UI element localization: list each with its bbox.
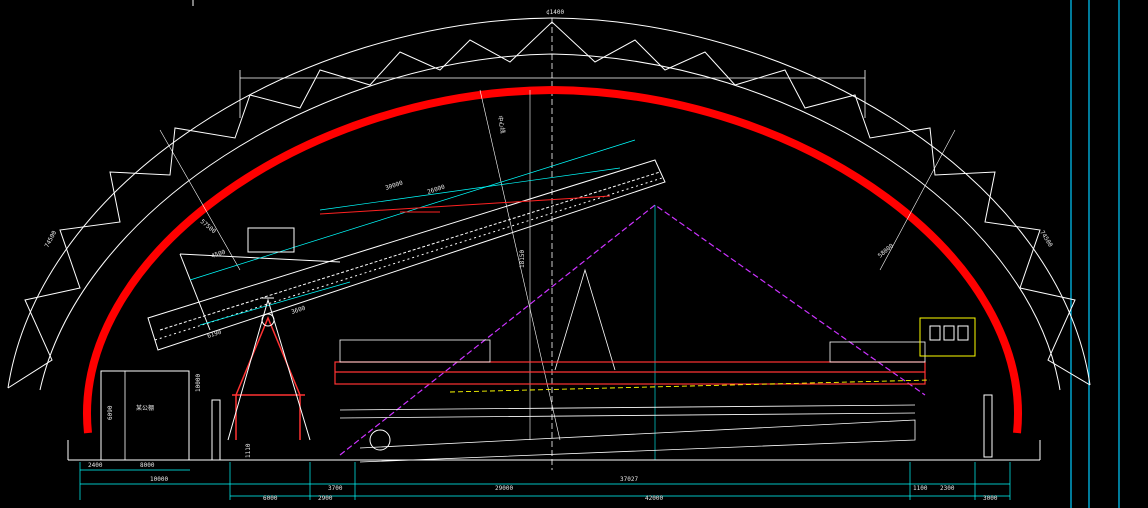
pillar-height: 10000 — [195, 374, 202, 392]
dim-r3-c: 42000 — [645, 495, 663, 502]
shed-label: 某公棚 — [136, 404, 154, 412]
dim-r3-a: 6000 — [263, 495, 278, 502]
dim-r2-c: 37027 — [620, 476, 638, 483]
dim-r1-a: 2400 — [88, 462, 103, 469]
cad-drawing-canvas: ¢1400 74500 74500 57500 58000 中心线 18150 … — [0, 0, 1148, 508]
top-span-label: ¢1400 — [546, 9, 564, 16]
dim-r2-b: 29000 — [495, 485, 513, 492]
dim-r3-b: 2900 — [318, 495, 333, 502]
dim-r1-d: 10000 — [150, 476, 168, 483]
shed-height: 6090 — [107, 405, 114, 420]
dim-r2-e: 2300 — [940, 485, 955, 492]
mid-height: 18150 — [519, 250, 526, 268]
dim-r2-d: 1100 — [913, 485, 928, 492]
drawing-background — [0, 0, 1148, 508]
dim-r3-d: 3000 — [983, 495, 998, 502]
dim-r2-a: 3700 — [328, 485, 343, 492]
pivot-height: 1110 — [245, 443, 252, 458]
dim-r1-b: 8000 — [140, 462, 155, 469]
